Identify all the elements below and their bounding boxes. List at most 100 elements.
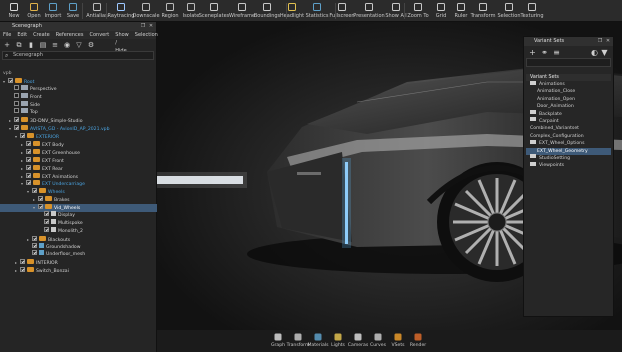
tree-row[interactable]: ▸ EXT Rear	[0, 164, 157, 173]
menu-convert[interactable]: Convert	[89, 31, 109, 39]
tree-row[interactable]: ▸ EXT Body	[0, 141, 157, 149]
dock-graph-button[interactable]: Graph	[268, 330, 288, 352]
tree-row[interactable]: ▸ Brakes	[0, 196, 157, 204]
visibility-checkbox[interactable]	[20, 133, 25, 139]
toolbar-downscale-button[interactable]: Downscale	[132, 1, 160, 21]
variant-set-row[interactable]: Complex_Configuration	[526, 133, 611, 140]
variant-set-row[interactable]: Animations	[526, 80, 611, 88]
variant-set-row[interactable]: EXT_Wheel_Geometry	[526, 147, 611, 155]
visibility-checkbox[interactable]	[14, 84, 19, 90]
visibility-checkbox[interactable]	[32, 188, 37, 194]
visibility-checkbox[interactable]	[32, 235, 37, 241]
add-node-icon[interactable]: +	[3, 41, 11, 49]
toolbar-statistics-button[interactable]: Statistics	[305, 1, 329, 21]
visibility-checkbox[interactable]	[32, 250, 37, 256]
variant-set-row[interactable]: Animation_Open	[526, 96, 611, 103]
visibility-checkbox[interactable]	[26, 172, 31, 178]
tree-row[interactable]: ▾ Wheels	[0, 188, 157, 196]
add-variant-set-icon[interactable]: +	[528, 48, 537, 57]
tree-row[interactable]: ▾ EXTERIOR	[0, 133, 157, 141]
float-panel-icon[interactable]: ❐	[140, 23, 146, 29]
visibility-checkbox[interactable]	[26, 180, 31, 186]
toolbar-zoom-to-button[interactable]: Zoom To	[406, 1, 430, 21]
visibility-checkbox[interactable]	[20, 267, 25, 273]
tree-row[interactable]: ▸ Switch_Bonzai	[0, 267, 157, 275]
menu-edit[interactable]: Edit	[17, 31, 27, 39]
scenegraph-search[interactable]: ⌕ Scenegraph	[2, 51, 154, 60]
dock-curves-button[interactable]: Curves	[368, 330, 388, 352]
filter-icon[interactable]: ▽	[75, 41, 83, 49]
tree-row[interactable]: Display	[0, 211, 157, 220]
menu-selection[interactable]: Selection	[135, 31, 158, 39]
visibility-checkbox[interactable]	[44, 218, 49, 224]
toolbar-fullscreen-button[interactable]: Fullscreen	[329, 1, 355, 21]
variant-set-row[interactable]: EXT_Wheel_Options	[526, 139, 611, 147]
visibility-checkbox[interactable]	[26, 156, 31, 162]
menu-file[interactable]: File	[3, 31, 11, 39]
list-icon[interactable]: ≡	[552, 48, 561, 57]
toolbar-texturing-button[interactable]: Texturing	[520, 1, 544, 21]
variant-set-row[interactable]: Animation_Close	[526, 88, 611, 95]
toolbar-headlight-button[interactable]: Headlight	[280, 1, 304, 21]
toolbar-boundings-button[interactable]: Boundings	[254, 1, 280, 21]
filter-icon[interactable]: ▼	[600, 48, 609, 57]
variant-search-input[interactable]	[526, 58, 611, 67]
view-icon[interactable]: ◉	[63, 41, 71, 49]
toolbar-sceneplates-button[interactable]: Sceneplates	[199, 1, 229, 21]
dock-materials-button[interactable]: Materials	[307, 330, 329, 352]
visibility-checkbox[interactable]	[14, 117, 19, 123]
tree-row[interactable]: ▸ Blackouts	[0, 235, 157, 244]
delete-icon[interactable]: ▮	[27, 41, 35, 49]
toolbar-ruler-button[interactable]: Ruler	[449, 1, 473, 21]
visibility-checkbox[interactable]	[44, 211, 49, 217]
tree-row[interactable]: Monolith_2	[0, 226, 157, 236]
visibility-checkbox[interactable]	[38, 196, 43, 202]
tree-row[interactable]: ▾ AVISTA_GD - AvionID_AP_2021.vpb	[0, 125, 157, 133]
visibility-checkbox[interactable]	[32, 242, 37, 248]
visibility-checkbox[interactable]	[26, 148, 31, 154]
visibility-checkbox[interactable]	[26, 141, 31, 147]
tree-row[interactable]: Multispoke	[0, 218, 157, 228]
visibility-checkbox[interactable]	[26, 164, 31, 170]
tree-row[interactable]: Underfloor_mesh	[0, 250, 157, 259]
dock-lights-button[interactable]: Lights	[328, 330, 348, 352]
variant-set-row[interactable]: StudioSetting	[526, 154, 611, 162]
duplicate-icon[interactable]: ⧉	[15, 41, 23, 49]
visibility-checkbox[interactable]	[14, 92, 19, 98]
visibility-checkbox[interactable]	[44, 226, 49, 232]
variant-set-row[interactable]: Backplate	[526, 110, 611, 118]
link-icon[interactable]: ⚭	[540, 48, 549, 57]
toolbar-presentation-button[interactable]: Presentation	[353, 1, 385, 21]
close-panel-icon[interactable]: ✕	[148, 23, 154, 29]
menu-show-hide[interactable]: Show / Hide	[115, 31, 129, 54]
variant-set-row[interactable]: Viewpoints	[526, 161, 611, 169]
visibility-checkbox[interactable]	[14, 108, 19, 114]
tree-row[interactable]: ▸ INTERIOR	[0, 259, 157, 267]
float-panel-icon[interactable]: ❐	[597, 38, 603, 44]
tree-row[interactable]: Groundshadow	[0, 242, 157, 252]
dock-cameras-button[interactable]: Cameras	[348, 330, 368, 352]
variant-set-row[interactable]: Carpaint	[526, 117, 611, 125]
group-icon[interactable]: ▤	[39, 41, 47, 49]
dock-transform-button[interactable]: Transform	[287, 330, 309, 352]
visibility-checkbox[interactable]	[38, 204, 43, 210]
expand-icon[interactable]: ≡	[51, 41, 59, 49]
tree-row[interactable]: ▾ EXT Undercarriage	[0, 180, 157, 188]
color-icon[interactable]: ◐	[590, 48, 599, 57]
tree-row[interactable]: ▸ EXT Front	[0, 156, 157, 165]
dock-render-button[interactable]: Render	[408, 330, 428, 352]
menu-create[interactable]: Create	[33, 31, 50, 39]
visibility-checkbox[interactable]	[14, 100, 19, 106]
tree-row[interactable]: ▸ 3D-DNV_Simple-Studio	[0, 117, 157, 125]
variant-set-row[interactable]: Door_Animation	[526, 103, 611, 110]
tree-row[interactable]: ▸ EXT Animations	[0, 172, 157, 181]
tree-row[interactable]: ▾ Vid_Wheels	[0, 204, 157, 213]
toolbar-transform-button[interactable]: Transform	[471, 1, 495, 21]
visibility-checkbox[interactable]	[14, 125, 19, 131]
settings-icon[interactable]: ⚙	[87, 41, 95, 49]
variant-set-row[interactable]: Combined_Variantset	[526, 125, 611, 132]
menu-references[interactable]: References	[56, 31, 84, 39]
visibility-checkbox[interactable]	[8, 77, 13, 83]
toolbar-selection-button[interactable]: Selection	[497, 1, 521, 21]
visibility-checkbox[interactable]	[20, 259, 25, 265]
